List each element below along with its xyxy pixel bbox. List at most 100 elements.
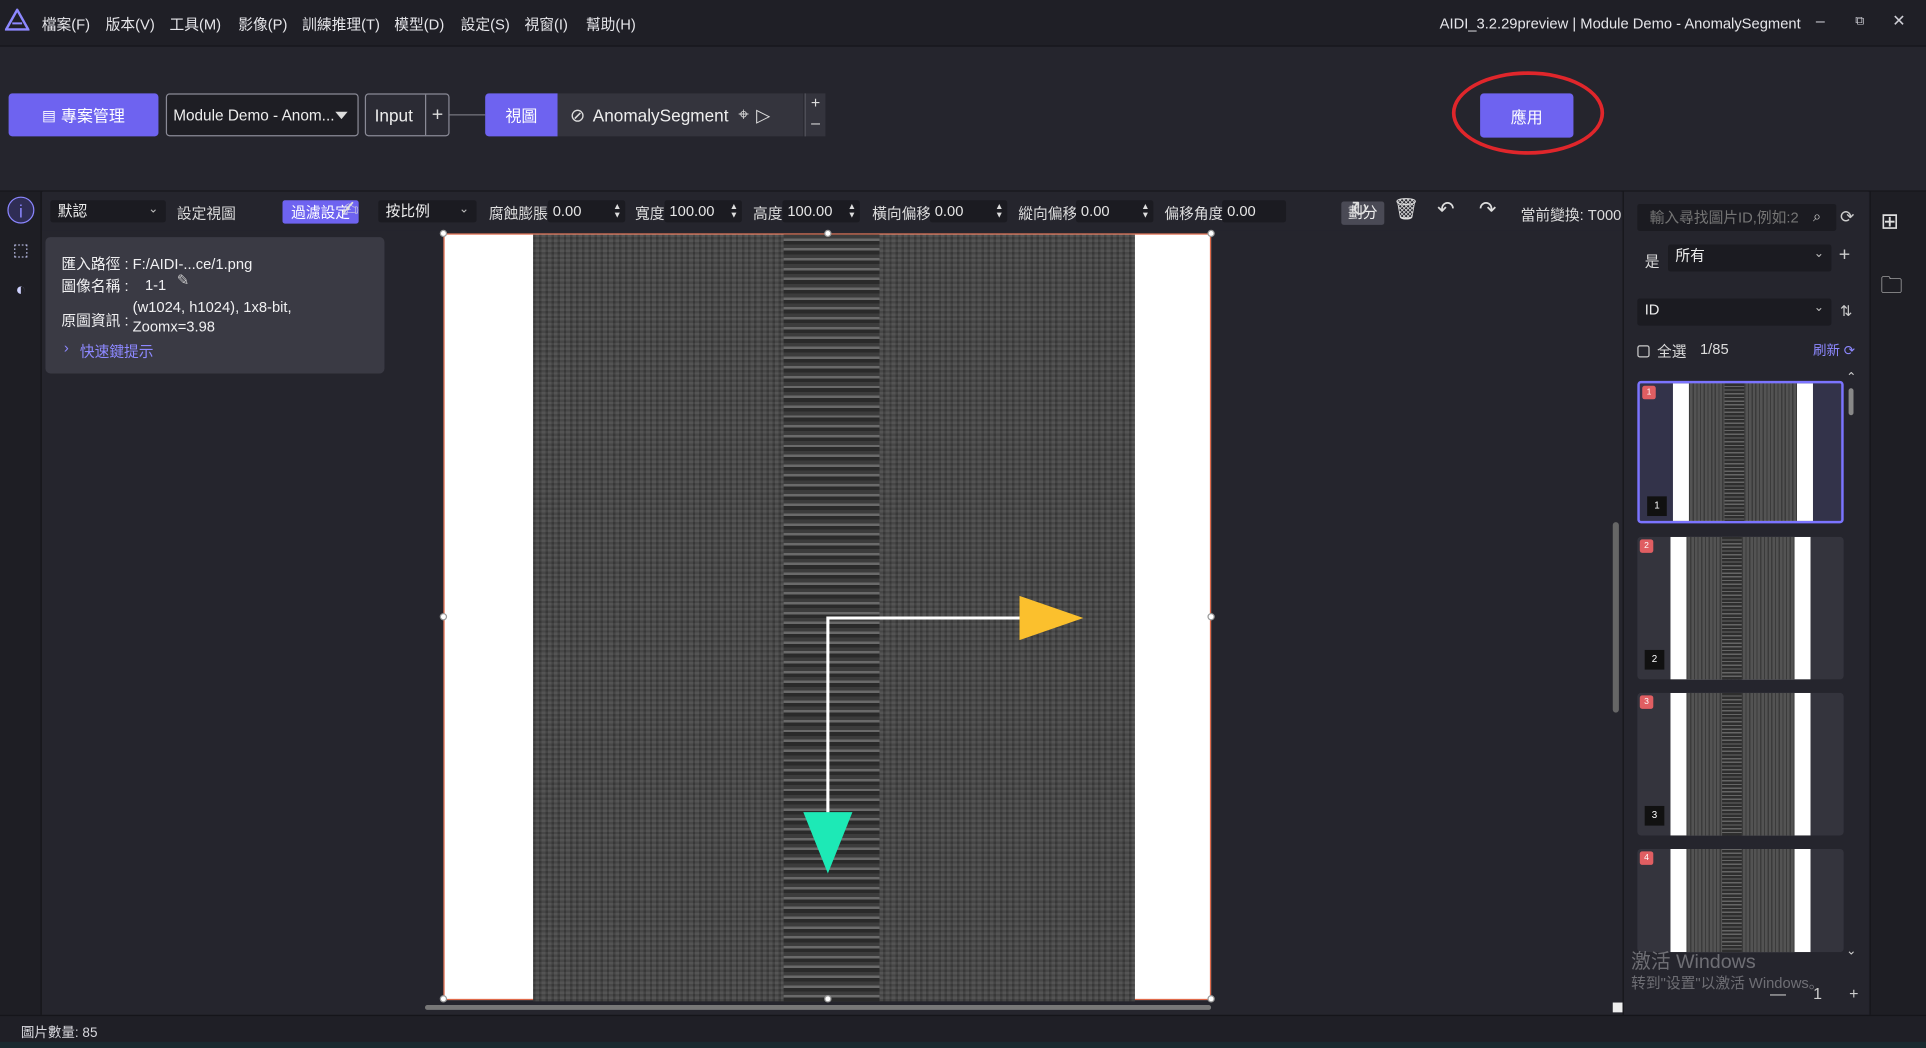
- add-node-button[interactable]: +: [806, 93, 826, 113]
- menu-model[interactable]: 模型(D): [394, 14, 444, 35]
- chevron-down-icon: ⌄: [1813, 246, 1825, 261]
- hshift-value: 0.00: [934, 202, 964, 220]
- y-axis-arrow-icon: [803, 812, 853, 874]
- width-input[interactable]: 100.00 ▲ ▼: [664, 200, 742, 223]
- title-bar: 檔案(F) 版本(V) 工具(M) 影像(P) 訓練推理(T) 模型(D) 設定…: [0, 0, 1926, 47]
- thumbnail-pager: — 1 +: [1770, 980, 1858, 1005]
- pager-value[interactable]: 1: [1813, 983, 1822, 1001]
- image-canvas[interactable]: [439, 229, 1215, 1003]
- vshift-input[interactable]: 0.00 ▲ ▼: [1075, 200, 1154, 223]
- pager-plus-button[interactable]: +: [1849, 983, 1858, 1001]
- add-filter-icon[interactable]: +: [1839, 244, 1850, 266]
- hshift-input[interactable]: 0.00 ▲ ▼: [929, 200, 1008, 223]
- trash-icon[interactable]: 🗑: [1393, 198, 1420, 223]
- menu-version[interactable]: 版本(V): [106, 14, 155, 35]
- sort-select[interactable]: ID ⌄: [1637, 298, 1832, 326]
- thumbnail-item[interactable]: 2 2: [1637, 536, 1844, 680]
- height-input[interactable]: 100.00 ▲ ▼: [782, 200, 860, 223]
- add-folder-icon[interactable]: 🗀: [1881, 270, 1903, 307]
- thumbnail-item[interactable]: 4: [1637, 848, 1844, 953]
- resize-grip[interactable]: [1612, 1002, 1623, 1013]
- thumbnail-badge: 1: [1642, 385, 1656, 400]
- spin-arrows-icon[interactable]: ▲ ▼: [1141, 203, 1150, 220]
- height-value: 100.00: [787, 202, 833, 220]
- menu-window[interactable]: 視窗(I): [524, 14, 567, 35]
- text-annotation-icon[interactable]: ✍: [341, 198, 359, 223]
- select-all-checkbox[interactable]: 全選: [1637, 340, 1686, 361]
- erode-input[interactable]: 0.00 ▲ ▼: [547, 200, 626, 223]
- shortcut-hint-link[interactable]: 快速鍵提示: [80, 340, 154, 361]
- close-button[interactable]: ✕: [1887, 11, 1912, 31]
- refresh-icon[interactable]: ⟳: [1840, 206, 1854, 227]
- checkbox-icon[interactable]: [1637, 344, 1650, 357]
- thumbnail-index: 3: [1644, 805, 1665, 826]
- location-pin-icon[interactable]: ⌖: [738, 104, 748, 125]
- project-select[interactable]: Module Demo - Anom...: [165, 93, 359, 137]
- resize-handle[interactable]: [824, 995, 832, 1003]
- eye-off-icon[interactable]: ⊘: [570, 104, 585, 126]
- play-icon[interactable]: ▷: [756, 104, 770, 126]
- spin-arrows-icon[interactable]: ▲ ▼: [613, 203, 622, 220]
- original-info-line2: Zoomx=3.98: [132, 318, 216, 336]
- view-node[interactable]: 視圖: [485, 93, 558, 137]
- restore-button[interactable]: ⧉: [1847, 15, 1872, 29]
- resize-handle[interactable]: [439, 613, 448, 621]
- remove-node-button[interactable]: –: [806, 113, 826, 133]
- menu-settings[interactable]: 設定(S): [461, 14, 510, 35]
- menu-image[interactable]: 影像(P): [238, 14, 287, 35]
- info-icon[interactable]: i: [7, 196, 35, 224]
- contrast-icon[interactable]: ◐: [7, 275, 34, 302]
- search-image-input[interactable]: [1637, 203, 1837, 231]
- resize-handle[interactable]: [1207, 613, 1215, 621]
- menu-tools[interactable]: 工具(M): [170, 14, 222, 35]
- erode-label: 腐蝕膨脹: [488, 205, 548, 223]
- preset-select[interactable]: 默認 ⌄: [50, 200, 166, 223]
- refresh-link[interactable]: 刷新 ⟳: [1813, 340, 1855, 360]
- menu-help[interactable]: 幫助(H): [586, 14, 636, 35]
- angle-input[interactable]: 0.00: [1222, 200, 1287, 223]
- resize-handle[interactable]: [824, 229, 832, 238]
- add-image-icon[interactable]: ⊞: [1881, 209, 1900, 235]
- add-input-button[interactable]: +: [425, 94, 448, 136]
- resize-handle[interactable]: [1207, 995, 1215, 1003]
- search-icon[interactable]: ⌕: [1813, 208, 1821, 226]
- redo-icon[interactable]: ↷: [1479, 198, 1497, 223]
- sort-order-icon[interactable]: ⇅: [1840, 302, 1852, 319]
- project-management-button[interactable]: ▤ 專案管理: [8, 93, 159, 137]
- scroll-down-icon[interactable]: ⌄: [1846, 945, 1856, 959]
- original-info-line1: (w1024, h1024), 1x8-bit,: [132, 298, 292, 316]
- edit-icon[interactable]: ✎: [177, 272, 189, 289]
- spin-arrows-icon[interactable]: ▲ ▼: [730, 203, 739, 220]
- angle-value: 0.00: [1227, 202, 1256, 220]
- project-icon: ▤: [42, 106, 57, 124]
- spin-arrows-icon[interactable]: ▲ ▼: [848, 203, 857, 220]
- resize-handle[interactable]: [1207, 229, 1215, 238]
- scale-mode-select[interactable]: 按比例 ⌄: [378, 200, 477, 223]
- menu-file[interactable]: 檔案(F): [42, 14, 90, 35]
- undo-icon[interactable]: ↶: [1437, 198, 1455, 223]
- pager-minus-button[interactable]: —: [1770, 983, 1786, 1001]
- spin-arrows-icon[interactable]: ▲ ▼: [995, 203, 1004, 220]
- pipeline-bar: ▤ 專案管理 Module Demo - Anom... Input + 視圖 …: [0, 46, 1926, 192]
- coordinate-axes[interactable]: [445, 235, 1213, 1002]
- crop-icon[interactable]: ⬚: [7, 236, 34, 263]
- rotate-icon[interactable]: ↻: [1351, 198, 1369, 223]
- taskbar-strip: [0, 1041, 1926, 1048]
- resize-handle[interactable]: [439, 995, 448, 1003]
- resize-handle[interactable]: [439, 229, 448, 238]
- input-node[interactable]: Input +: [364, 93, 450, 137]
- vertical-scrollbar[interactable]: [1612, 522, 1619, 713]
- hshift-label: 橫向偏移: [872, 205, 932, 223]
- project-management-label: 專案管理: [60, 106, 125, 126]
- horizontal-scrollbar[interactable]: [424, 1004, 1212, 1010]
- filter-select[interactable]: 所有 ⌄: [1668, 244, 1832, 272]
- set-view-label[interactable]: 設定視圖: [177, 203, 236, 224]
- status-bar: 圖片數量: 85: [0, 1014, 1926, 1042]
- thumbnail-item[interactable]: 3 3: [1637, 692, 1844, 836]
- thumbnail-scrollbar[interactable]: [1848, 388, 1854, 416]
- menu-train-infer[interactable]: 訓練推理(T): [302, 14, 380, 35]
- thumbnail-item[interactable]: 1 1: [1637, 380, 1844, 524]
- scroll-up-icon[interactable]: ⌃: [1846, 371, 1856, 385]
- minimize-button[interactable]: –: [1808, 11, 1833, 29]
- anomaly-segment-node[interactable]: ⊘ AnomalySegment ⌖ ▷: [557, 93, 804, 137]
